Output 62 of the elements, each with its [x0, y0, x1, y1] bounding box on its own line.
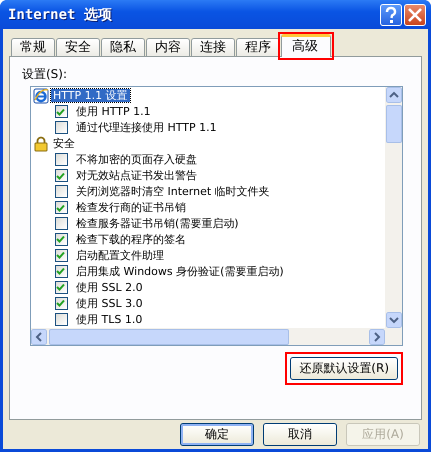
check-icon — [55, 250, 66, 260]
dialog-button[interactable]: 确定 — [180, 423, 254, 446]
settings-label: 设置(S): — [22, 66, 68, 82]
lock-icon — [33, 136, 49, 152]
tab[interactable]: 连接 — [191, 38, 235, 56]
option-label[interactable]: 关闭浏览器时清空 Internet 临时文件夹 — [74, 185, 272, 198]
vertical-scrollbar[interactable] — [385, 87, 402, 328]
scrollbar-thumb[interactable] — [386, 105, 402, 143]
check-icon — [55, 266, 66, 276]
checkbox[interactable] — [55, 105, 68, 118]
check-icon — [55, 202, 66, 213]
window-title: Internet 选项 — [8, 6, 112, 24]
option-label[interactable]: 使用 SSL 2.0 — [74, 280, 145, 294]
checkbox[interactable] — [55, 280, 68, 294]
option-label[interactable]: 使用 HTTP 1.1 — [74, 105, 153, 118]
option-label[interactable]: 检查服务器证书吊销(需要重启动) — [74, 216, 241, 230]
checkbox[interactable] — [55, 264, 68, 278]
tab[interactable]: 内容 — [146, 38, 190, 56]
option-label[interactable]: 检查下载的程序的签名 — [74, 232, 188, 246]
check-icon — [55, 282, 66, 292]
checkbox[interactable] — [55, 312, 68, 326]
checkbox[interactable] — [55, 121, 68, 134]
group-label[interactable]: 安全 — [51, 137, 77, 150]
tab[interactable]: 常规 — [11, 38, 55, 56]
checkbox[interactable] — [55, 153, 68, 166]
check-icon — [55, 170, 66, 181]
horizontal-scrollbar[interactable] — [31, 328, 385, 345]
option-label[interactable]: 不将加密的页面存入硬盘 — [74, 153, 199, 166]
checkbox[interactable] — [55, 232, 68, 246]
tab[interactable]: 安全 — [56, 38, 100, 56]
check-icon — [55, 106, 66, 117]
dialog-button[interactable]: 取消 — [263, 423, 337, 446]
tab[interactable]: 高级 — [281, 34, 331, 57]
option-label[interactable]: 对无效站点证书发出警告 — [74, 169, 199, 182]
scroll-left-icon — [31, 328, 47, 344]
scroll-down-icon — [386, 312, 402, 328]
checkbox[interactable] — [55, 216, 68, 230]
scrollbar-corner — [385, 328, 402, 345]
option-label[interactable]: 启动配置文件助理 — [74, 248, 166, 262]
option-label[interactable]: 检查发行商的证书吊销 — [74, 201, 188, 214]
checkbox[interactable] — [55, 248, 68, 262]
option-label[interactable]: 使用 TLS 1.0 — [74, 312, 144, 326]
scrollbar-thumb[interactable] — [49, 328, 289, 344]
tab[interactable]: 隐私 — [101, 38, 145, 56]
close-button[interactable] — [404, 4, 426, 26]
group-label[interactable]: HTTP 1.1 设置 — [51, 89, 130, 102]
option-label[interactable]: 通过代理连接使用 HTTP 1.1 — [74, 121, 219, 134]
dialog-button: 应用(A) — [346, 423, 420, 446]
checkbox[interactable] — [55, 185, 68, 198]
scroll-right-icon — [369, 328, 385, 344]
check-icon — [55, 298, 66, 308]
tab[interactable]: 程序 — [236, 38, 280, 56]
restore-defaults-button[interactable]: 还原默认设置(R) — [290, 357, 398, 380]
checkbox[interactable] — [55, 169, 68, 182]
option-label[interactable]: 启用集成 Windows 身份验证(需要重启动) — [74, 264, 286, 278]
close-icon — [406, 6, 424, 24]
check-icon — [55, 234, 66, 244]
scroll-up-icon — [386, 87, 402, 103]
help-button[interactable] — [380, 4, 402, 26]
checkbox[interactable] — [55, 296, 68, 310]
option-label[interactable]: 使用 SSL 3.0 — [74, 296, 145, 310]
checkbox[interactable] — [55, 201, 68, 214]
